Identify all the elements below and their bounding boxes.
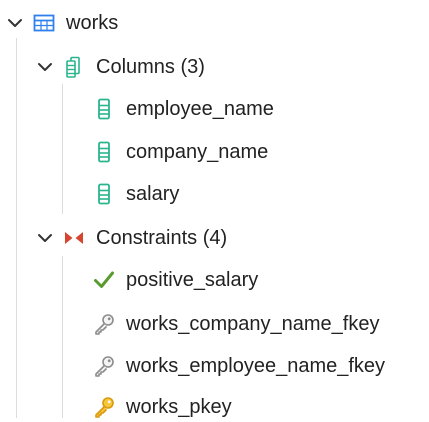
- indent-guide: [16, 38, 17, 418]
- tree-node-columns[interactable]: Columns (3): [34, 52, 205, 82]
- tree-node-label: works_company_name_fkey: [126, 313, 380, 335]
- column-icon: [98, 141, 110, 163]
- constraints-icon: [65, 232, 83, 244]
- tree-node-column[interactable]: employee_name: [92, 94, 274, 124]
- foreign-key-icon: [95, 356, 114, 377]
- tree-node-constraint[interactable]: works_company_name_fkey: [92, 309, 379, 339]
- tree-node-label: works_employee_name_fkey: [126, 355, 386, 377]
- tree-node-table[interactable]: works: [4, 8, 118, 38]
- chevron-down-icon[interactable]: [34, 56, 56, 78]
- chevron-down-icon[interactable]: [4, 12, 26, 34]
- primary-key-icon: [95, 397, 114, 418]
- columns-icon: [66, 56, 80, 78]
- tree-node-constraint[interactable]: works_employee_name_fkey: [92, 351, 385, 381]
- tree-node-label: Constraints (4): [96, 227, 228, 249]
- tree-node-label: salary: [126, 183, 180, 205]
- indent-guide: [62, 256, 63, 418]
- chevron-down-icon[interactable]: [34, 227, 56, 249]
- tree-node-label: positive_salary: [126, 269, 259, 291]
- tree-node-constraint[interactable]: positive_salary: [92, 265, 258, 295]
- check-icon: [94, 271, 114, 288]
- indent-guide: [62, 84, 63, 214]
- tree-node-label: works: [66, 12, 119, 34]
- column-icon: [98, 98, 110, 120]
- tree-node-label: employee_name: [126, 98, 274, 120]
- tree-node-constraints[interactable]: Constraints (4): [34, 223, 227, 253]
- table-icon: [33, 14, 55, 32]
- tree-node-label: company_name: [126, 141, 269, 163]
- column-icon: [98, 183, 110, 205]
- tree-node-column[interactable]: company_name: [92, 137, 268, 167]
- tree-node-column[interactable]: salary: [92, 179, 179, 209]
- tree-node-label: Columns (3): [96, 56, 205, 78]
- object-tree: works Columns (3) employee_name company_…: [0, 0, 429, 418]
- foreign-key-icon: [95, 314, 114, 335]
